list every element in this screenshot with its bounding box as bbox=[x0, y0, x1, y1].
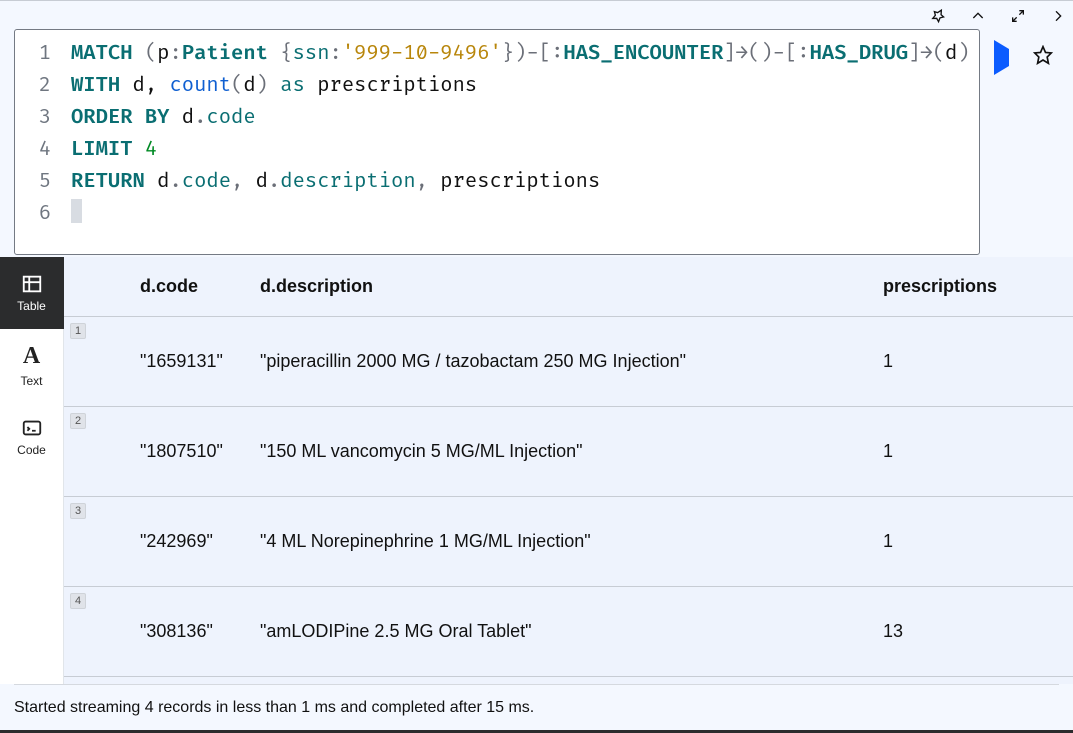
line-number: 2 bbox=[15, 70, 51, 102]
line-number: 4 bbox=[15, 134, 51, 166]
query-editor[interactable]: 123456 MATCH (p:Patient {ssn:'999-10-949… bbox=[14, 29, 980, 255]
cell-prescriptions: 1 bbox=[883, 531, 1073, 552]
code-line[interactable] bbox=[71, 198, 971, 230]
code-line[interactable]: RETURN d.code, d.description, prescripti… bbox=[71, 166, 971, 198]
cell-description: "150 ML vancomycin 5 MG/ML Injection" bbox=[260, 441, 883, 462]
code-line[interactable]: WITH d, count(d) as prescriptions bbox=[71, 70, 971, 102]
cell-code: "1807510" bbox=[90, 441, 260, 462]
row-index: 3 bbox=[70, 503, 86, 519]
view-table[interactable]: Table bbox=[0, 257, 64, 329]
table-row[interactable]: 4"308136""amLODIPine 2.5 MG Oral Tablet"… bbox=[64, 587, 1073, 677]
line-number: 5 bbox=[15, 166, 51, 198]
col-header-prescriptions: prescriptions bbox=[883, 276, 1073, 297]
cell-description: "piperacillin 2000 MG / tazobactam 250 M… bbox=[260, 351, 883, 372]
line-number: 1 bbox=[15, 38, 51, 70]
col-header-code: d.code bbox=[90, 276, 260, 297]
line-number: 3 bbox=[15, 102, 51, 134]
expand-icon[interactable] bbox=[1009, 7, 1027, 25]
code-line[interactable]: MATCH (p:Patient {ssn:'999-10-9496'})-[:… bbox=[71, 38, 971, 70]
view-label: Code bbox=[17, 443, 46, 457]
cell-description: "4 ML Norepinephrine 1 MG/ML Injection" bbox=[260, 531, 883, 552]
table-row[interactable]: 3"242969""4 ML Norepinephrine 1 MG/ML In… bbox=[64, 497, 1073, 587]
cell-prescriptions: 1 bbox=[883, 351, 1073, 372]
status-bar: Started streaming 4 records in less than… bbox=[14, 684, 1059, 730]
play-icon[interactable] bbox=[994, 49, 1009, 67]
view-label: Text bbox=[20, 374, 42, 388]
row-index: 4 bbox=[70, 593, 86, 609]
row-index: 1 bbox=[70, 323, 86, 339]
chevron-right-icon[interactable] bbox=[1049, 7, 1067, 25]
view-code[interactable]: Code bbox=[0, 401, 64, 473]
cell-description: "amLODIPine 2.5 MG Oral Tablet" bbox=[260, 621, 883, 642]
code-line[interactable]: LIMIT 4 bbox=[71, 134, 971, 166]
star-icon[interactable] bbox=[1033, 45, 1053, 70]
cursor bbox=[71, 199, 82, 223]
table-row[interactable]: 2"1807510""150 ML vancomycin 5 MG/ML Inj… bbox=[64, 407, 1073, 497]
col-header-description: d.description bbox=[260, 276, 883, 297]
cell-code: "308136" bbox=[90, 621, 260, 642]
code-line[interactable]: ORDER BY d.code bbox=[71, 102, 971, 134]
pin-icon[interactable] bbox=[929, 7, 947, 25]
table-header: d.code d.description prescriptions bbox=[64, 257, 1073, 317]
view-label: Table bbox=[17, 299, 46, 313]
line-number: 6 bbox=[15, 198, 51, 230]
cell-code: "242969" bbox=[90, 531, 260, 552]
results-table: d.code d.description prescriptions 1"165… bbox=[64, 257, 1073, 684]
cell-prescriptions: 13 bbox=[883, 621, 1073, 642]
cell-prescriptions: 1 bbox=[883, 441, 1073, 462]
cell-code: "1659131" bbox=[90, 351, 260, 372]
chevron-up-icon[interactable] bbox=[969, 7, 987, 25]
table-row[interactable]: 1"1659131""piperacillin 2000 MG / tazoba… bbox=[64, 317, 1073, 407]
view-text[interactable]: AText bbox=[0, 329, 64, 401]
row-index: 2 bbox=[70, 413, 86, 429]
view-rail: Table AText Code bbox=[0, 257, 64, 684]
